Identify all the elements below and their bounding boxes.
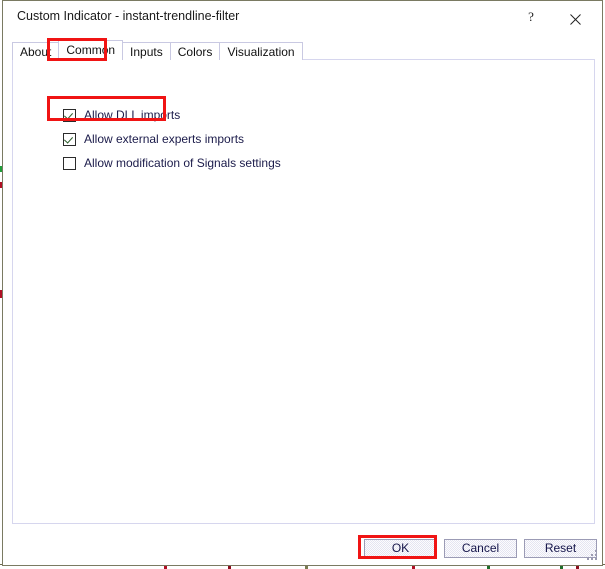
option-label: Allow DLL imports (84, 108, 181, 122)
option-allow-modification-of-signals-settings[interactable]: Allow modification of Signals settings (63, 151, 281, 175)
option-allow-dll-imports[interactable]: Allow DLL imports (63, 103, 281, 127)
option-label: Allow external experts imports (84, 132, 245, 146)
ok-button[interactable]: OK (364, 539, 437, 558)
option-label: Allow modification of Signals settings (84, 156, 281, 170)
tab-colors[interactable]: Colors (169, 42, 221, 60)
tab-content-panel: Allow DLL imports Allow external experts… (12, 59, 595, 524)
close-glyph (569, 14, 581, 25)
tab-common[interactable]: Common (58, 40, 124, 60)
dialog-title: Custom Indicator - instant-trendline-fil… (17, 9, 240, 23)
checkbox-allow-modification-of-signals-settings[interactable] (63, 156, 76, 170)
common-options-list: Allow DLL imports Allow external experts… (63, 103, 281, 175)
tab-inputs[interactable]: Inputs (122, 42, 171, 60)
dialog-titlebar: Custom Indicator - instant-trendline-fil… (3, 1, 602, 34)
tab-about[interactable]: About (12, 42, 60, 60)
tab-visualization[interactable]: Visualization (219, 42, 303, 60)
tab-strip: About Common Inputs Colors Visualization (12, 40, 303, 60)
checkbox-allow-dll-imports[interactable] (63, 108, 76, 122)
close-icon[interactable] (562, 6, 588, 28)
custom-indicator-dialog: Custom Indicator - instant-trendline-fil… (2, 0, 603, 566)
dialog-footer: OK Cancel Reset (3, 536, 604, 567)
option-allow-external-experts-imports[interactable]: Allow external experts imports (63, 127, 281, 151)
resize-grip[interactable] (587, 550, 599, 562)
help-icon[interactable]: ? (518, 6, 544, 28)
checkbox-allow-external-experts-imports[interactable] (63, 132, 76, 146)
cancel-button[interactable]: Cancel (444, 539, 517, 558)
